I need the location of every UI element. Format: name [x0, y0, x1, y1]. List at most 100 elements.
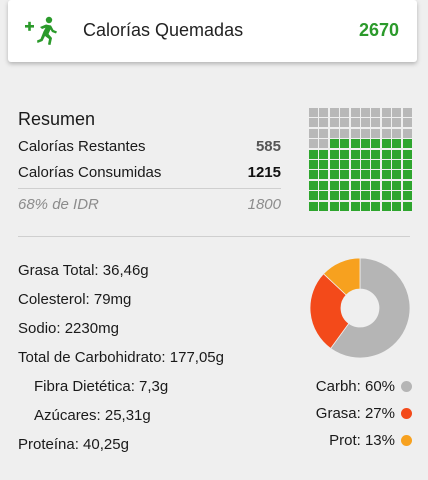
waffle-cell-empty [402, 108, 412, 117]
legend-carbs: Carbh: 60% [316, 378, 412, 395]
macro-donut-chart [310, 258, 410, 358]
waffle-cell-filled [392, 160, 402, 169]
waffle-cell-empty [350, 108, 360, 117]
waffle-cell-empty [340, 108, 350, 117]
waffle-cell-empty [309, 139, 318, 149]
waffle-cell-filled [329, 180, 339, 190]
waffle-cell-filled [329, 160, 339, 169]
waffle-cell-filled [329, 201, 339, 211]
nutrient-sugars: Azúcares: 25,31g [34, 407, 151, 424]
waffle-cell-filled [402, 191, 412, 201]
nutrient-cholesterol: Colesterol: 79mg [18, 291, 132, 308]
nutrient-total-fat: Grasa Total: 36,46g [18, 262, 149, 279]
waffle-cell-filled [371, 160, 381, 169]
waffle-cell-filled [340, 191, 350, 201]
waffle-cell-filled [402, 149, 412, 159]
waffle-cell-filled [402, 160, 412, 169]
waffle-cell-empty [381, 108, 391, 117]
waffle-cell-filled [319, 149, 329, 159]
waffle-cell-filled [392, 191, 402, 201]
waffle-cell-filled [350, 160, 360, 169]
waffle-cell-empty [309, 108, 318, 117]
waffle-cell-filled [340, 139, 350, 149]
waffle-cell-filled [361, 139, 370, 149]
waffle-cell-filled [371, 139, 381, 149]
waffle-cell-empty [361, 128, 370, 138]
legend-fat-dot [401, 408, 412, 419]
waffle-cell-filled [350, 170, 360, 180]
waffle-cell-filled [371, 201, 381, 211]
summary-title: Resumen [18, 109, 96, 129]
waffle-cell-filled [361, 170, 370, 180]
waffle-cell-filled [392, 139, 402, 149]
waffle-cell-empty [402, 118, 412, 128]
waffle-cell-filled [329, 139, 339, 149]
waffle-cell-empty [371, 128, 381, 138]
nutrient-protein: Proteína: 40,25g [18, 436, 129, 453]
consumed-calories-value: 1215 [247, 164, 281, 181]
waffle-cell-empty [361, 108, 370, 117]
calories-burned-card[interactable]: Calorías Quemadas 2670 [8, 0, 417, 62]
waffle-cell-filled [402, 139, 412, 149]
waffle-cell-filled [350, 149, 360, 159]
waffle-cell-empty [361, 118, 370, 128]
waffle-cell-filled [371, 191, 381, 201]
waffle-cell-filled [329, 149, 339, 159]
waffle-cell-filled [402, 170, 412, 180]
remaining-calories-value: 585 [255, 138, 281, 155]
waffle-cell-filled [309, 170, 318, 180]
idr-value: 1800 [247, 196, 281, 213]
legend-fat-label: Grasa: 27% [315, 405, 395, 422]
waffle-cell-filled [340, 149, 350, 159]
waffle-cell-filled [350, 191, 360, 201]
waffle-cell-filled [340, 180, 350, 190]
waffle-cell-empty [309, 128, 318, 138]
waffle-cell-empty [329, 108, 339, 117]
waffle-cell-filled [319, 191, 329, 201]
waffle-cell-empty [329, 118, 339, 128]
waffle-cell-filled [381, 139, 391, 149]
calories-burned-label: Calorías Quemadas [83, 20, 244, 40]
waffle-cell-filled [350, 180, 360, 190]
waffle-cell-empty [392, 108, 402, 117]
waffle-cell-filled [309, 191, 318, 201]
waffle-cell-empty [402, 128, 412, 138]
nutrient-sodium: Sodio: 2230mg [18, 320, 119, 337]
section-divider [18, 236, 410, 237]
waffle-cell-filled [381, 180, 391, 190]
waffle-cell-filled [350, 201, 360, 211]
legend-carbs-dot [401, 381, 412, 392]
running-plus-icon [25, 16, 57, 45]
waffle-cell-empty [319, 118, 329, 128]
waffle-cell-empty [309, 118, 318, 128]
waffle-cell-filled [350, 139, 360, 149]
waffle-cell-empty [371, 118, 381, 128]
waffle-cell-filled [361, 201, 370, 211]
waffle-cell-empty [392, 128, 402, 138]
waffle-cell-filled [329, 170, 339, 180]
waffle-cell-empty [319, 108, 329, 117]
waffle-cell-filled [309, 149, 318, 159]
waffle-cell-filled [340, 201, 350, 211]
nutrient-fiber: Fibra Dietética: 7,3g [34, 378, 169, 395]
summary-divider [18, 188, 281, 189]
waffle-cell-filled [392, 170, 402, 180]
waffle-cell-empty [340, 128, 350, 138]
idr-label: 68% de IDR [18, 196, 99, 213]
calories-burned-value: 2670 [358, 20, 399, 40]
waffle-cell-filled [361, 149, 370, 159]
waffle-cell-filled [371, 149, 381, 159]
legend-carbs-label: Carbh: 60% [315, 378, 395, 395]
waffle-cell-filled [402, 201, 412, 211]
waffle-cell-filled [381, 191, 391, 201]
waffle-cell-empty [381, 128, 391, 138]
waffle-cell-filled [361, 180, 370, 190]
waffle-cell-filled [309, 201, 318, 211]
waffle-cell-empty [319, 139, 329, 149]
waffle-cell-filled [381, 160, 391, 169]
waffle-cell-filled [319, 201, 329, 211]
calorie-waffle-grid [309, 108, 412, 211]
waffle-cell-filled [309, 160, 318, 169]
waffle-cell-empty [392, 118, 402, 128]
waffle-cell-filled [371, 180, 381, 190]
